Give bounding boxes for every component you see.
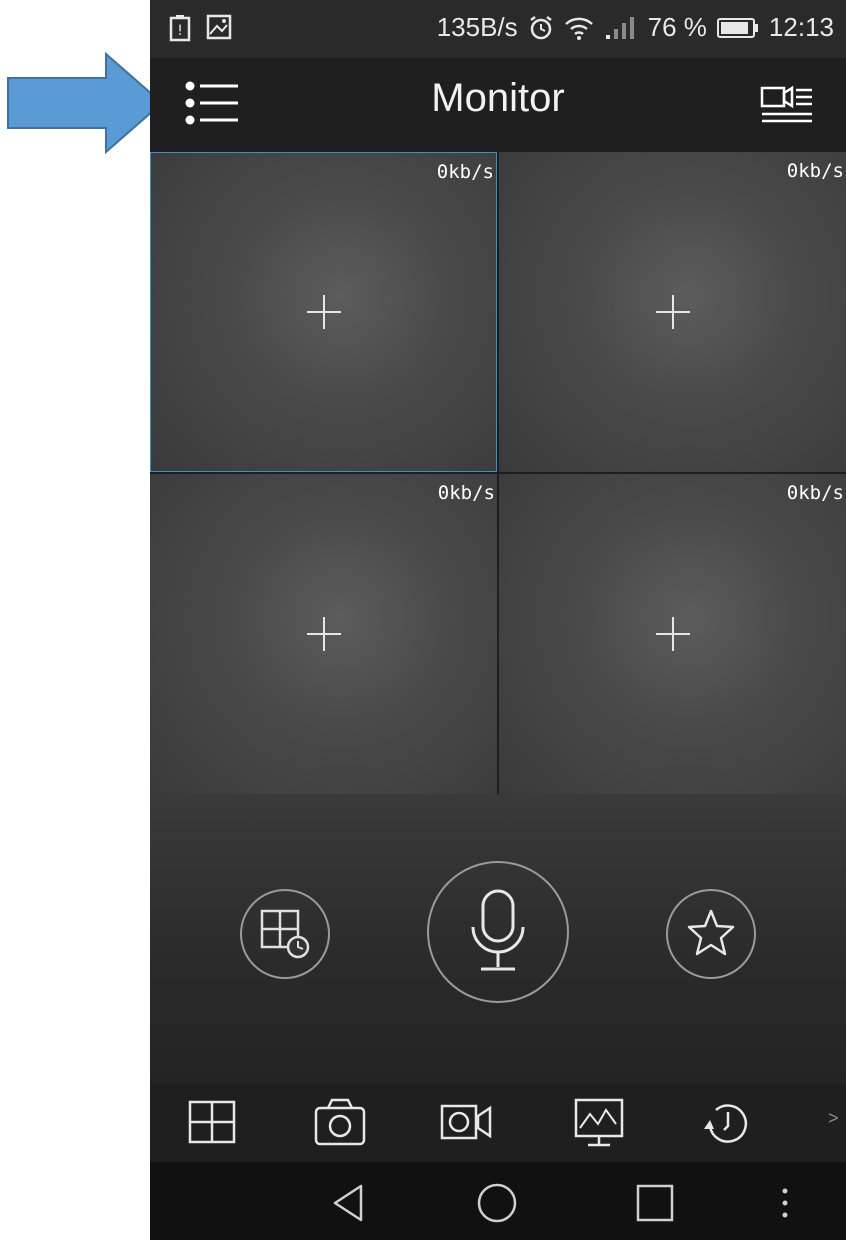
battery-warning-icon: !: [169, 15, 191, 42]
favorites-button[interactable]: [666, 889, 756, 979]
add-channel-icon[interactable]: [306, 295, 341, 329]
monitor-chart-icon[interactable]: [570, 1096, 630, 1150]
more-options-icon[interactable]: [762, 1180, 808, 1226]
cell-bitrate: 0kb/s: [437, 482, 495, 504]
recents-icon[interactable]: [632, 1180, 678, 1226]
video-cell-4[interactable]: 0kb/s: [499, 474, 846, 794]
video-cell-3[interactable]: 0kb/s: [150, 474, 497, 794]
star-icon: [687, 909, 735, 956]
add-channel-icon[interactable]: [655, 617, 690, 651]
annotation-arrow: [7, 52, 164, 154]
camera-list-icon[interactable]: [760, 80, 814, 128]
microphone-button[interactable]: [427, 861, 569, 1003]
toolbar-more-arrow[interactable]: >: [828, 1108, 839, 1129]
clock: 12:13: [768, 12, 834, 42]
control-panel: [150, 794, 846, 1084]
signal-icon: [605, 16, 634, 39]
playback-icon[interactable]: [698, 1096, 758, 1150]
image-icon: [206, 14, 232, 40]
net-speed: 135B/s: [436, 12, 518, 42]
alarm-icon: [529, 15, 552, 39]
add-channel-icon[interactable]: [306, 617, 341, 651]
app-bar: Monitor: [150, 58, 846, 152]
battery-percent: 76 %: [647, 12, 707, 42]
cell-bitrate: 0kb/s: [786, 482, 844, 504]
wifi-icon: [564, 17, 593, 40]
page-title: Monitor: [431, 76, 565, 120]
phone-screen: ! 135B/s 76 % 12:13 Monitor 0kb/s 0kb/s …: [150, 0, 846, 1240]
battery-icon: [716, 17, 758, 38]
status-bar: ! 135B/s 76 % 12:13: [150, 0, 846, 58]
cell-bitrate: 0kb/s: [436, 161, 494, 183]
status-right: 135B/s 76 % 12:13: [437, 12, 834, 43]
video-cell-1[interactable]: 0kb/s: [150, 152, 497, 472]
video-record-icon[interactable]: [438, 1096, 498, 1150]
video-grid: 0kb/s 0kb/s 0kb/s 0kb/s: [150, 152, 846, 794]
video-cell-2[interactable]: 0kb/s: [499, 152, 846, 472]
status-left: !: [168, 14, 232, 42]
add-channel-icon[interactable]: [655, 295, 690, 329]
svg-text:!: !: [177, 23, 183, 39]
microphone-icon: [471, 889, 525, 971]
cell-bitrate: 0kb/s: [786, 160, 844, 182]
grid-layout-icon[interactable]: [184, 1096, 244, 1150]
bottom-toolbar: >: [150, 1084, 846, 1162]
layout-schedule-icon: [260, 909, 310, 959]
camera-icon[interactable]: [310, 1096, 370, 1150]
layout-schedule-button[interactable]: [240, 889, 330, 979]
android-nav-bar: [150, 1162, 846, 1240]
back-icon[interactable]: [327, 1180, 373, 1226]
home-icon[interactable]: [474, 1180, 520, 1226]
